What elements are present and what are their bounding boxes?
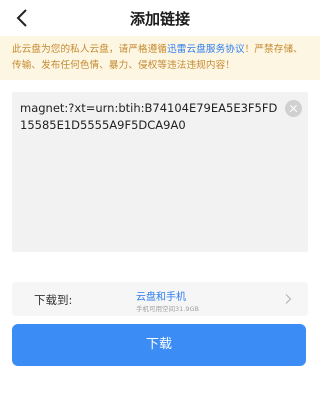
destination-value: 云盘和手机 <box>136 292 186 303</box>
spacer <box>0 80 320 92</box>
service-agreement-link[interactable]: 迅雷云盘服务协议 <box>167 44 245 55</box>
link-input[interactable]: magnet:?xt=urn:btih:B74104E79EA5E3F5FD15… <box>12 92 308 252</box>
header: 添加链接 <box>0 0 320 36</box>
download-button[interactable]: 下载 <box>12 324 306 366</box>
notice-text-before: 此云盘为您的私人云盘，请严格遵循 <box>12 44 168 55</box>
clear-icon[interactable] <box>285 100 302 117</box>
link-input-value[interactable]: magnet:?xt=urn:btih:B74104E79EA5E3F5FD15… <box>20 100 282 134</box>
chevron-right-icon <box>285 294 292 304</box>
page-title: 添加链接 <box>129 10 190 28</box>
download-destination-row[interactable]: 下载到: 云盘和手机 手机可用空间31.9GB <box>12 282 308 316</box>
destination-storage-info: 手机可用空间31.9GB <box>136 305 199 313</box>
destination-label: 下载到: <box>34 293 73 307</box>
notice-banner: 此云盘为您的私人云盘，请严格遵循迅雷云盘服务协议！严禁存储、传输、发布任何色情、… <box>0 36 320 80</box>
